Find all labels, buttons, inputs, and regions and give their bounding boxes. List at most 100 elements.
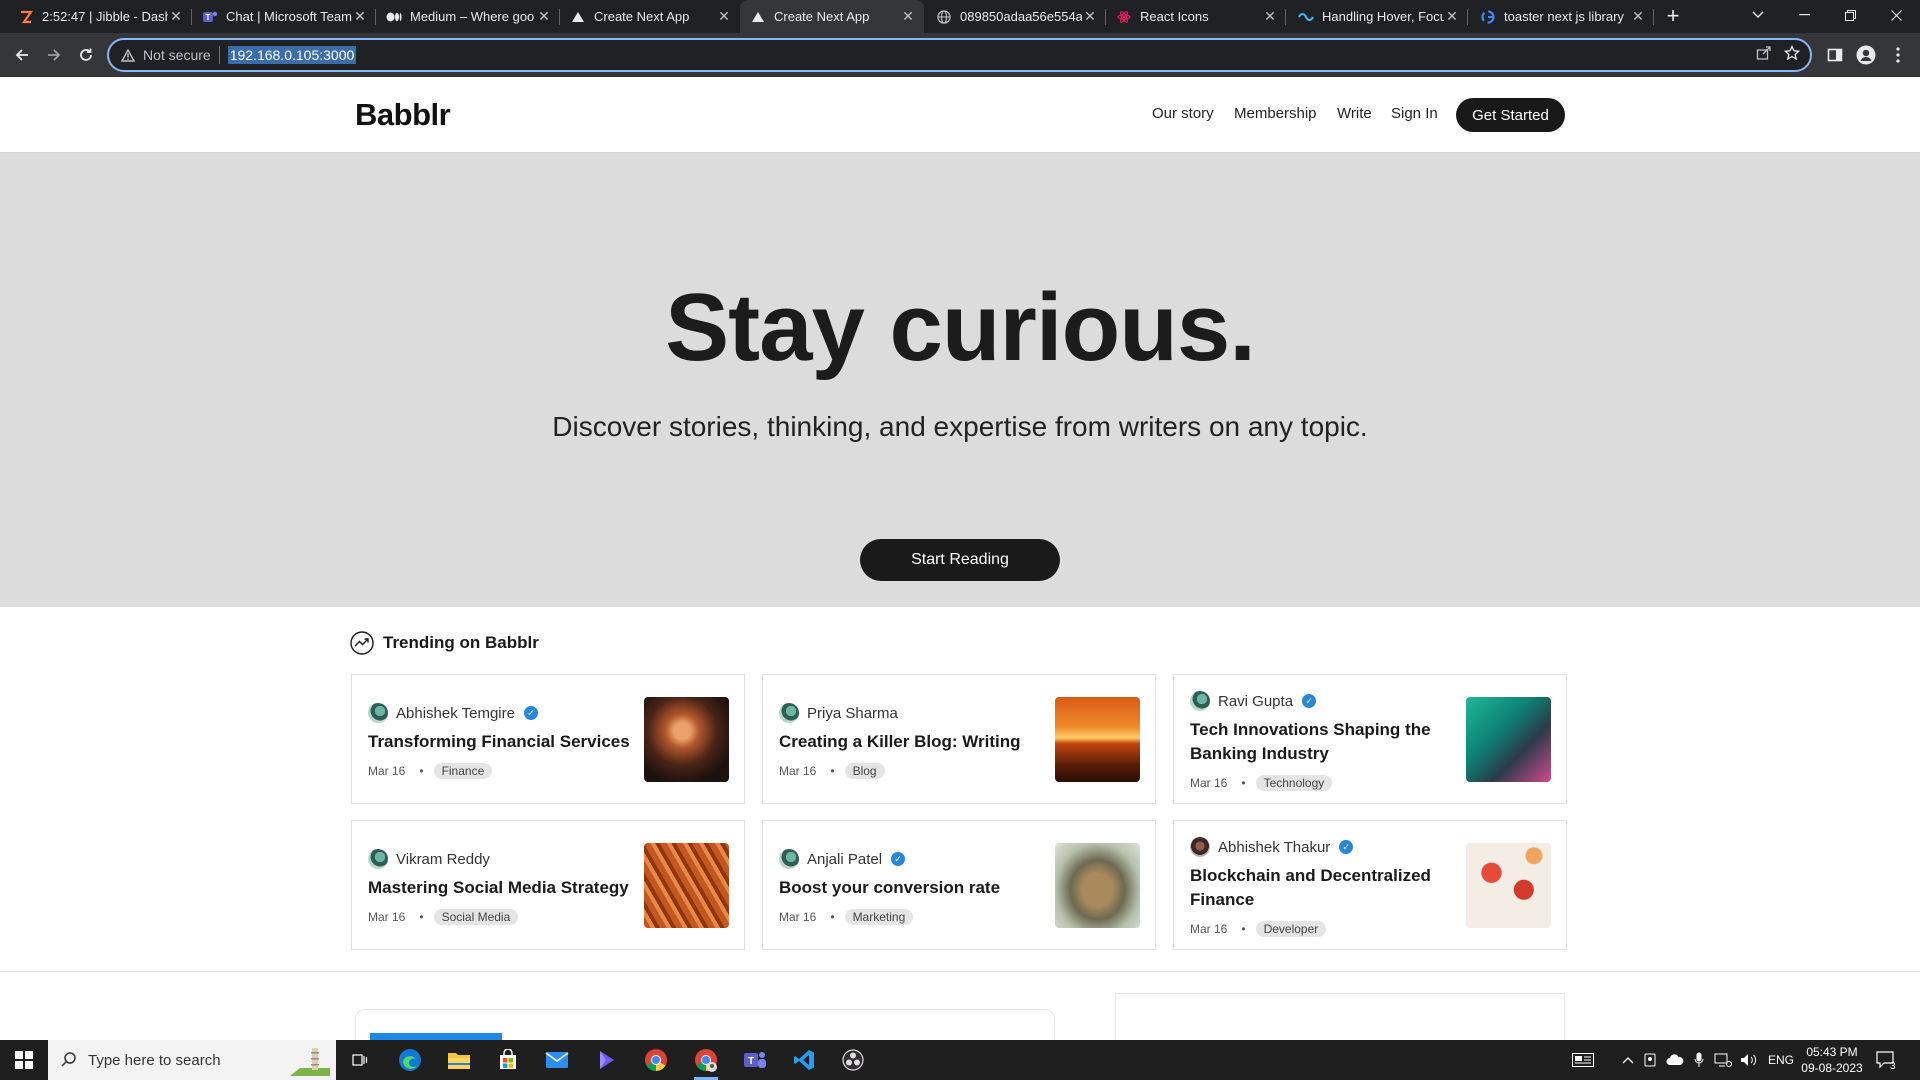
chevron-up-icon[interactable] <box>1622 1040 1634 1080</box>
site-logo[interactable]: Babblr <box>355 97 451 133</box>
volume-icon[interactable] <box>1740 1040 1758 1080</box>
file-explorer-icon[interactable] <box>439 1044 479 1076</box>
trending-card[interactable]: Abhishek Thakur ✓ Blockchain and Decentr… <box>1173 820 1567 950</box>
close-tab-icon[interactable]: ✕ <box>1444 8 1460 25</box>
card-title[interactable]: Blockchain and Decentralized Finance <box>1190 864 1460 912</box>
card-title[interactable]: Boost your conversion rate <box>779 876 1049 900</box>
trending-card[interactable]: Ravi Gupta ✓ Tech Innovations Shaping th… <box>1173 674 1567 804</box>
card-tag[interactable]: Finance <box>433 763 493 779</box>
card-thumbnail[interactable] <box>644 697 729 782</box>
card-thumbnail[interactable] <box>1055 843 1140 928</box>
notification-center-icon[interactable]: 3 <box>1876 1040 1904 1080</box>
share-icon[interactable] <box>1756 45 1772 66</box>
browser-tab[interactable]: toaster next js library ✕ <box>1470 0 1654 33</box>
browser-tab[interactable]: React Icons ✕ <box>1106 0 1286 33</box>
browser-tab[interactable]: Create Next App ✕ <box>560 0 740 33</box>
nav-membership[interactable]: Membership <box>1234 105 1317 122</box>
close-tab-icon[interactable]: ✕ <box>1082 8 1098 25</box>
author-name[interactable]: Priya Sharma <box>807 705 898 722</box>
card-author[interactable]: Vikram Reddy <box>368 849 490 869</box>
input-language[interactable]: ENG <box>1768 1040 1794 1080</box>
minimize-icon[interactable] <box>1781 0 1827 30</box>
browser-tab[interactable]: T Chat | Microsoft Teams ✕ <box>192 0 376 33</box>
card-title[interactable]: Creating a Killer Blog: Writing <box>779 730 1049 754</box>
trending-card[interactable]: Vikram Reddy Mastering Social Media Stra… <box>351 820 745 950</box>
start-reading-button[interactable]: Start Reading <box>860 539 1060 581</box>
browser-tab[interactable]: Medium – Where goo ✕ <box>376 0 560 33</box>
author-name[interactable]: Abhishek Thakur <box>1218 839 1330 856</box>
task-view-icon[interactable] <box>340 1044 380 1076</box>
security-label[interactable]: Not secure <box>143 47 211 63</box>
forward-arrow-icon[interactable] <box>40 41 68 69</box>
trending-card[interactable]: Priya Sharma Creating a Killer Blog: Wri… <box>762 674 1156 804</box>
close-tab-icon[interactable]: ✕ <box>1262 8 1278 25</box>
copilot-icon[interactable] <box>586 1044 626 1076</box>
back-arrow-icon[interactable] <box>8 41 36 69</box>
kebab-menu-icon[interactable] <box>1884 41 1912 69</box>
tab-search-chevron-icon[interactable] <box>1735 0 1781 30</box>
reload-icon[interactable] <box>72 41 100 69</box>
card-title[interactable]: Transforming Financial Services <box>368 730 638 754</box>
network-icon[interactable] <box>1714 1040 1732 1080</box>
restore-icon[interactable] <box>1827 0 1873 30</box>
browser-tab[interactable]: Handling Hover, Focu ✕ <box>1288 0 1468 33</box>
close-tab-icon[interactable]: ✕ <box>168 8 184 25</box>
close-tab-icon[interactable]: ✕ <box>352 8 368 25</box>
author-name[interactable]: Anjali Patel <box>807 851 882 868</box>
trending-card[interactable]: Anjali Patel ✓ Boost your conversion rat… <box>762 820 1156 950</box>
profile-avatar-icon[interactable] <box>1852 41 1880 69</box>
author-name[interactable]: Ravi Gupta <box>1218 693 1293 710</box>
card-thumbnail[interactable] <box>644 843 729 928</box>
author-name[interactable]: Abhishek Temgire <box>396 705 515 722</box>
address-bar[interactable]: Not secure 192.168.0.105:3000 <box>107 38 1812 72</box>
obs-icon[interactable] <box>833 1044 873 1076</box>
browser-tab[interactable]: 089850adaa56e554a5 ✕ <box>926 0 1106 33</box>
close-tab-icon[interactable]: ✕ <box>1630 8 1646 25</box>
teams-icon[interactable]: T <box>735 1044 775 1076</box>
edge-icon[interactable] <box>390 1044 430 1076</box>
author-name[interactable]: Vikram Reddy <box>396 851 490 868</box>
chrome-profile-icon[interactable] <box>686 1044 726 1080</box>
card-author[interactable]: Abhishek Thakur ✓ <box>1190 837 1354 857</box>
card-author[interactable]: Ravi Gupta ✓ <box>1190 691 1317 711</box>
warning-triangle-icon[interactable] <box>119 46 137 64</box>
bookmark-star-icon[interactable] <box>1783 44 1801 66</box>
mail-icon[interactable] <box>537 1044 577 1076</box>
new-tab-plus-icon[interactable]: + <box>1660 4 1686 30</box>
close-tab-icon[interactable]: ✕ <box>716 8 732 25</box>
nav-sign-in[interactable]: Sign In <box>1391 105 1438 122</box>
browser-tab-active[interactable]: Create Next App ✕ <box>740 0 924 33</box>
card-author[interactable]: Anjali Patel ✓ <box>779 849 906 869</box>
card-tag[interactable]: Developer <box>1255 921 1327 937</box>
browser-tab[interactable]: 2:52:47 | Jibble - Dashb ✕ <box>8 0 192 33</box>
close-tab-icon[interactable]: ✕ <box>900 8 916 25</box>
card-author[interactable]: Abhishek Temgire ✓ <box>368 703 538 723</box>
taskbar-search-box[interactable]: Type here to search <box>48 1040 336 1080</box>
news-widget-icon[interactable] <box>1572 1040 1594 1080</box>
card-tag[interactable]: Technology <box>1255 775 1333 791</box>
card-thumbnail[interactable] <box>1055 697 1140 782</box>
nav-write[interactable]: Write <box>1337 105 1372 122</box>
card-title[interactable]: Tech Innovations Shaping the Banking Ind… <box>1190 718 1460 766</box>
card-author[interactable]: Priya Sharma <box>779 703 898 723</box>
chrome-icon[interactable] <box>636 1044 676 1076</box>
store-icon[interactable] <box>488 1044 528 1076</box>
card-thumbnail[interactable] <box>1466 843 1551 928</box>
meet-now-icon[interactable] <box>1644 1040 1658 1080</box>
onedrive-cloud-icon[interactable] <box>1666 1040 1684 1080</box>
search-placeholder[interactable]: Type here to search <box>88 1052 221 1069</box>
close-tab-icon[interactable]: ✕ <box>536 8 552 25</box>
get-started-button[interactable]: Get Started <box>1456 98 1565 132</box>
card-tag[interactable]: Blog <box>844 763 885 779</box>
card-title[interactable]: Mastering Social Media Strategy <box>368 876 638 900</box>
url-text[interactable]: 192.168.0.105:3000 <box>227 46 357 64</box>
card-tag[interactable]: Social Media <box>433 909 519 925</box>
system-clock[interactable]: 05:43 PM 09-08-2023 <box>1792 1044 1872 1076</box>
card-tag[interactable]: Marketing <box>844 909 914 925</box>
side-panel-icon[interactable] <box>1821 41 1849 69</box>
card-thumbnail[interactable] <box>1466 697 1551 782</box>
microphone-icon[interactable] <box>1694 1040 1704 1080</box>
vscode-icon[interactable] <box>784 1044 824 1076</box>
nav-our-story[interactable]: Our story <box>1152 105 1214 122</box>
windows-start-icon[interactable] <box>0 1040 48 1080</box>
